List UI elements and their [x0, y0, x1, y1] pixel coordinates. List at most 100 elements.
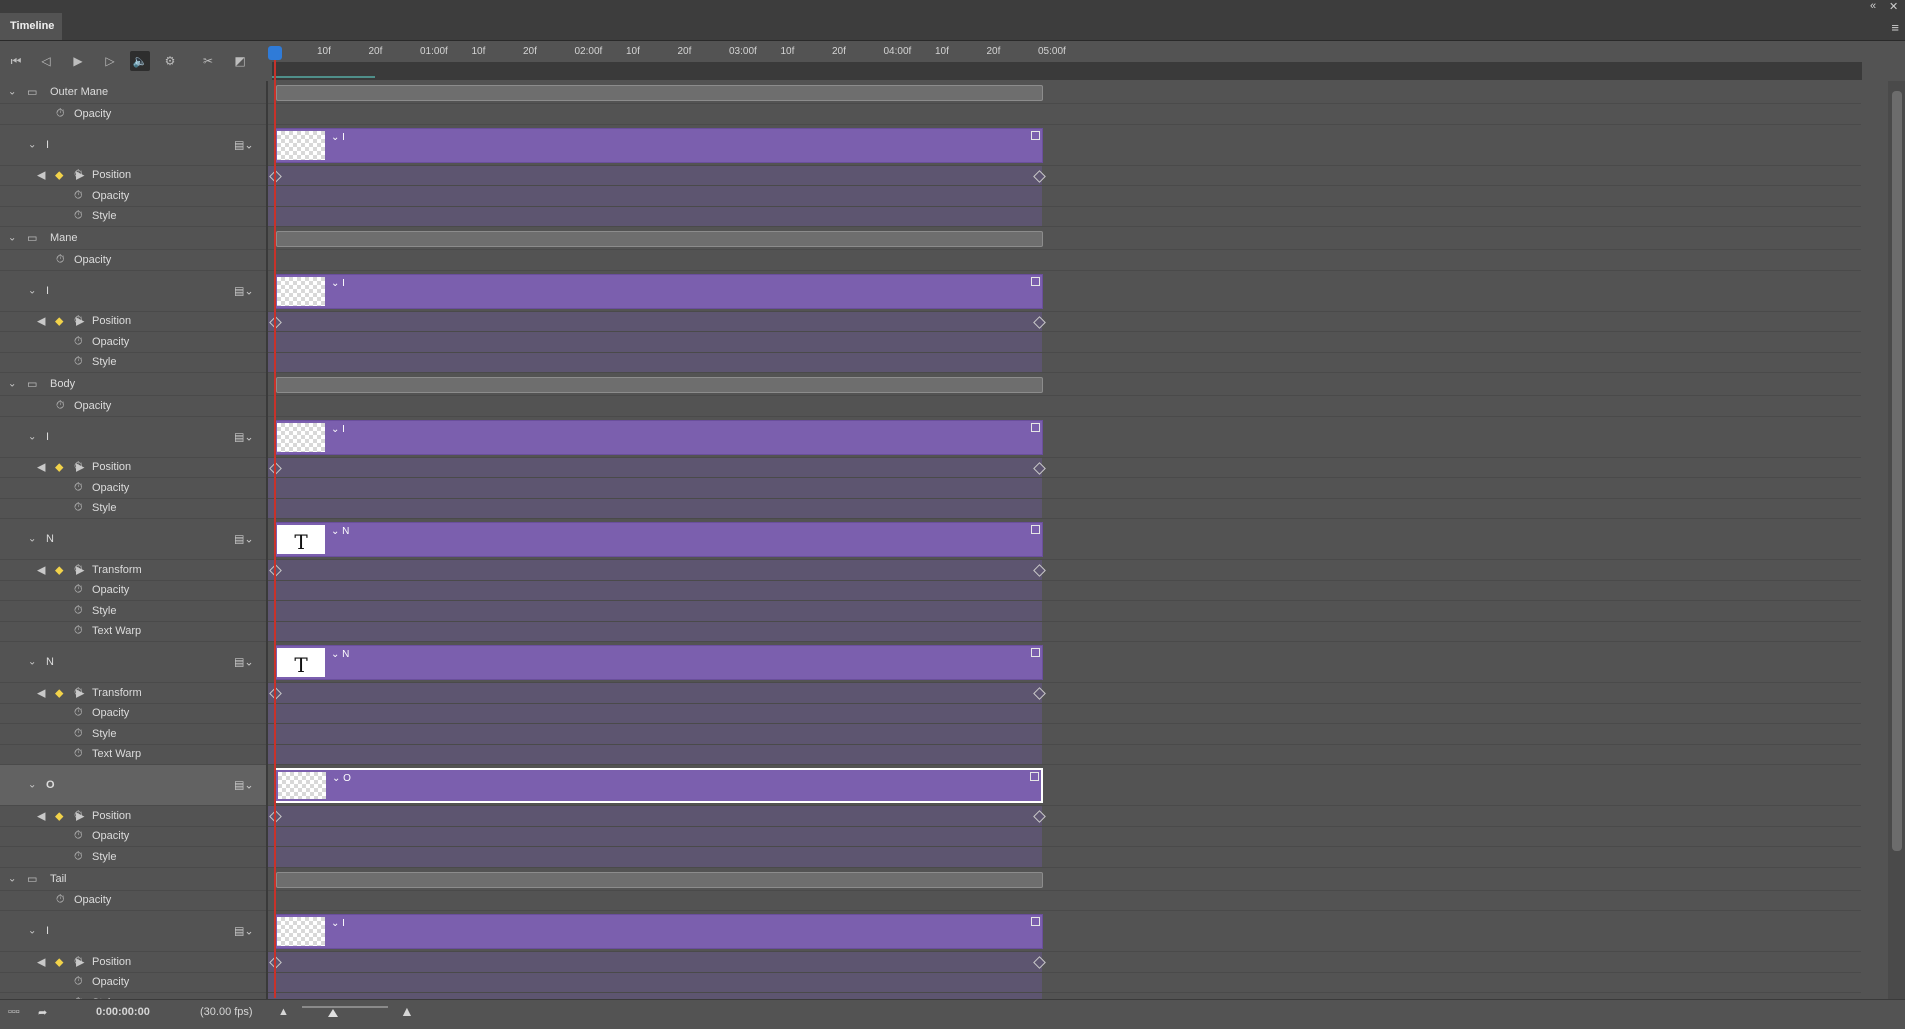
- film-strip-icon[interactable]: ▤⌄: [234, 138, 254, 151]
- settings-icon[interactable]: ⚙: [160, 51, 180, 71]
- clip-end-handle-icon[interactable]: [1031, 648, 1040, 657]
- layer-clip[interactable]: ⌄ I: [274, 914, 1043, 949]
- layer-group-row[interactable]: ⌄ ▭ Tail: [0, 868, 266, 891]
- stopwatch-icon[interactable]: ⏱: [56, 894, 65, 907]
- chevron-down-icon[interactable]: ⌄: [8, 233, 16, 244]
- add-keyframe-icon[interactable]: ◆: [55, 461, 63, 474]
- stopwatch-icon[interactable]: ⏱: [74, 850, 83, 863]
- playhead-handle-icon[interactable]: [268, 46, 282, 60]
- stopwatch-icon[interactable]: ⏱: [74, 809, 83, 822]
- layer-clip[interactable]: ⌄ I: [274, 127, 1043, 163]
- stopwatch-icon[interactable]: ⏱: [74, 502, 83, 515]
- property-row[interactable]: ⏱ Text Warp: [0, 622, 266, 642]
- stopwatch-icon[interactable]: ⏱: [56, 107, 65, 120]
- stopwatch-icon[interactable]: ⏱: [56, 253, 65, 266]
- zoom-slider[interactable]: [302, 1006, 388, 1008]
- clip-end-handle-icon[interactable]: [1031, 525, 1040, 534]
- layer-row[interactable]: ⌄ I ▤⌄: [0, 271, 266, 312]
- stopwatch-icon[interactable]: ⏱: [74, 169, 83, 182]
- previous-keyframe-icon[interactable]: ◀: [37, 686, 45, 699]
- layer-row[interactable]: ⌄ N ▤⌄: [0, 519, 266, 560]
- chevron-down-icon[interactable]: ⌄: [28, 926, 36, 937]
- stopwatch-icon[interactable]: ⏱: [74, 727, 83, 740]
- property-row[interactable]: ◀ ◆ ▶ ⏱ Transform: [0, 560, 266, 581]
- layer-row[interactable]: ⌄ I ▤⌄: [0, 911, 266, 952]
- scrollbar-thumb[interactable]: [1892, 91, 1902, 851]
- group-bar[interactable]: [276, 85, 1043, 101]
- property-row[interactable]: ⏱ Style: [0, 847, 266, 868]
- stopwatch-icon[interactable]: ⏱: [74, 604, 83, 617]
- layer-group-row[interactable]: ⌄ ▭ Outer Mane: [0, 81, 266, 104]
- chevron-down-icon[interactable]: ⌄: [28, 431, 36, 442]
- chevron-down-icon[interactable]: ⌄: [28, 285, 36, 296]
- layer-row[interactable]: ⌄ I ▤⌄: [0, 417, 266, 458]
- split-at-playhead-icon[interactable]: ✂: [198, 51, 218, 71]
- stopwatch-icon[interactable]: ⏱: [74, 461, 83, 474]
- mute-audio-icon[interactable]: 🔈: [130, 51, 150, 71]
- work-area[interactable]: [272, 62, 1862, 80]
- property-row[interactable]: ◀ ◆ ▶ ⏱ Transform: [0, 683, 266, 704]
- layer-group-row[interactable]: ⌄ ▭ Body: [0, 373, 266, 396]
- previous-keyframe-icon[interactable]: ◀: [37, 563, 45, 576]
- film-strip-icon[interactable]: ▤⌄: [234, 925, 254, 938]
- group-bar[interactable]: [276, 377, 1043, 393]
- layer-row[interactable]: ⌄ O ▤⌄: [0, 765, 266, 806]
- clip-end-handle-icon[interactable]: [1031, 130, 1040, 140]
- film-strip-icon[interactable]: ▤⌄: [234, 284, 254, 297]
- zoom-in-icon[interactable]: ▲: [400, 1003, 414, 1019]
- render-video-icon[interactable]: ➦: [38, 1006, 47, 1019]
- go-to-first-frame-icon[interactable]: ⏮: [6, 51, 26, 71]
- property-row[interactable]: ◀ ◆ ▶ ⏱ Position: [0, 952, 266, 973]
- vertical-scrollbar[interactable]: [1888, 81, 1905, 999]
- close-panel-icon[interactable]: ✕: [1889, 0, 1898, 13]
- previous-keyframe-icon[interactable]: ◀: [37, 955, 45, 968]
- chevron-down-icon[interactable]: ⌄: [8, 379, 16, 390]
- layer-clip[interactable]: T ⌄ N: [274, 522, 1043, 557]
- property-row[interactable]: ⏱ Opacity: [0, 332, 266, 353]
- property-row[interactable]: ⏱ Style: [0, 601, 266, 622]
- property-row[interactable]: ⏱ Opacity: [0, 250, 266, 271]
- stopwatch-icon[interactable]: ⏱: [74, 625, 83, 638]
- zoom-slider-knob[interactable]: [328, 1009, 338, 1017]
- chevron-down-icon[interactable]: ⌄: [28, 780, 36, 791]
- film-strip-icon[interactable]: ▤⌄: [234, 533, 254, 546]
- film-strip-icon[interactable]: ▤⌄: [234, 430, 254, 443]
- property-row[interactable]: ⏱ Opacity: [0, 478, 266, 499]
- add-keyframe-icon[interactable]: ◆: [55, 686, 63, 699]
- property-row[interactable]: ⏱ Opacity: [0, 581, 266, 601]
- property-row[interactable]: ⏱ Opacity: [0, 104, 266, 125]
- property-row[interactable]: ◀ ◆ ▶ ⏱ Position: [0, 166, 266, 186]
- previous-keyframe-icon[interactable]: ◀: [37, 169, 45, 182]
- stopwatch-icon[interactable]: ⏱: [74, 210, 83, 223]
- property-row[interactable]: ⏱ Opacity: [0, 396, 266, 417]
- add-keyframe-icon[interactable]: ◆: [55, 169, 63, 182]
- go-to-next-frame-icon[interactable]: ▷: [100, 51, 120, 71]
- property-row[interactable]: ⏱ Style: [0, 724, 266, 745]
- stopwatch-icon[interactable]: ⏱: [74, 563, 83, 576]
- menu-icon[interactable]: ≡: [1891, 20, 1899, 35]
- stopwatch-icon[interactable]: ⏱: [74, 189, 83, 202]
- property-row[interactable]: ◀ ◆ ▶ ⏱ Position: [0, 458, 266, 478]
- film-strip-icon[interactable]: ▤⌄: [234, 656, 254, 669]
- chevron-down-icon[interactable]: ⌄: [28, 534, 36, 545]
- property-row[interactable]: ⏱ Opacity: [0, 973, 266, 993]
- group-bar[interactable]: [276, 231, 1043, 247]
- transition-icon[interactable]: ◩: [230, 51, 250, 71]
- chevron-down-icon[interactable]: ⌄: [8, 873, 16, 884]
- previous-keyframe-icon[interactable]: ◀: [37, 315, 45, 328]
- layer-row[interactable]: ⌄ I ▤⌄: [0, 125, 266, 166]
- stopwatch-icon[interactable]: ⏱: [74, 955, 83, 968]
- layer-row[interactable]: ⌄ N ▤⌄: [0, 642, 266, 683]
- stopwatch-icon[interactable]: ⏱: [74, 686, 83, 699]
- layer-clip[interactable]: ⌄ I: [274, 273, 1043, 309]
- stopwatch-icon[interactable]: ⏱: [74, 976, 83, 989]
- stopwatch-icon[interactable]: ⏱: [74, 335, 83, 348]
- convert-to-frame-animation-icon[interactable]: ▫▫▫: [8, 1006, 20, 1018]
- stopwatch-icon[interactable]: ⏱: [74, 356, 83, 369]
- chevron-down-icon[interactable]: ⌄: [28, 657, 36, 668]
- layer-clip[interactable]: ⌄ O: [274, 768, 1043, 803]
- stopwatch-icon[interactable]: ⏱: [74, 830, 83, 843]
- property-row[interactable]: ⏱ Opacity: [0, 827, 266, 847]
- add-keyframe-icon[interactable]: ◆: [55, 315, 63, 328]
- add-keyframe-icon[interactable]: ◆: [55, 563, 63, 576]
